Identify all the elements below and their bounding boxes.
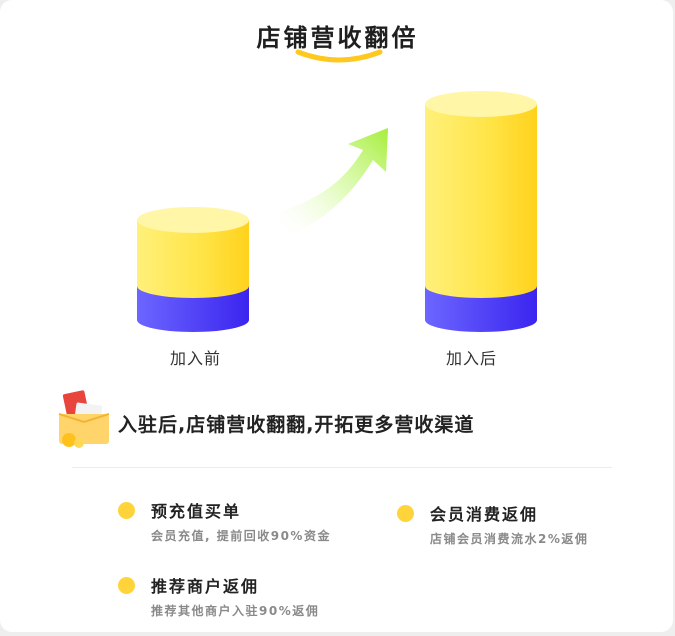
benefit-desc: 店铺会员消费流水2%返佣 [430, 532, 589, 546]
benefit-desc: 会员充值, 提前回收90%资金 [151, 529, 331, 543]
gift-box-icon [58, 390, 110, 448]
growth-arrow [278, 128, 388, 238]
divider [72, 467, 612, 468]
content-card: 店铺营收翻倍 加入前 加入后 入驻后,店铺营收翻翻,开拓更多营收渠道 预充值买单… [0, 0, 673, 632]
benefit-desc: 推荐其他商户入驻90%返佣 [151, 604, 320, 618]
bullet-dot-icon [397, 505, 414, 522]
bullet-dot-icon [118, 577, 135, 594]
bullet-dot-icon [118, 502, 135, 519]
headline: 入驻后,店铺营收翻翻,开拓更多营收渠道 [118, 414, 475, 436]
benefit-title: 预充值买单 [151, 502, 242, 521]
growth-illustration [137, 91, 537, 332]
benefit-title: 会员消费返佣 [430, 505, 539, 524]
after-cylinder [425, 91, 537, 332]
before-label: 加入前 [170, 349, 222, 368]
after-label: 加入后 [446, 349, 498, 368]
benefit-title: 推荐商户返佣 [151, 577, 260, 596]
before-cylinder [137, 207, 249, 332]
